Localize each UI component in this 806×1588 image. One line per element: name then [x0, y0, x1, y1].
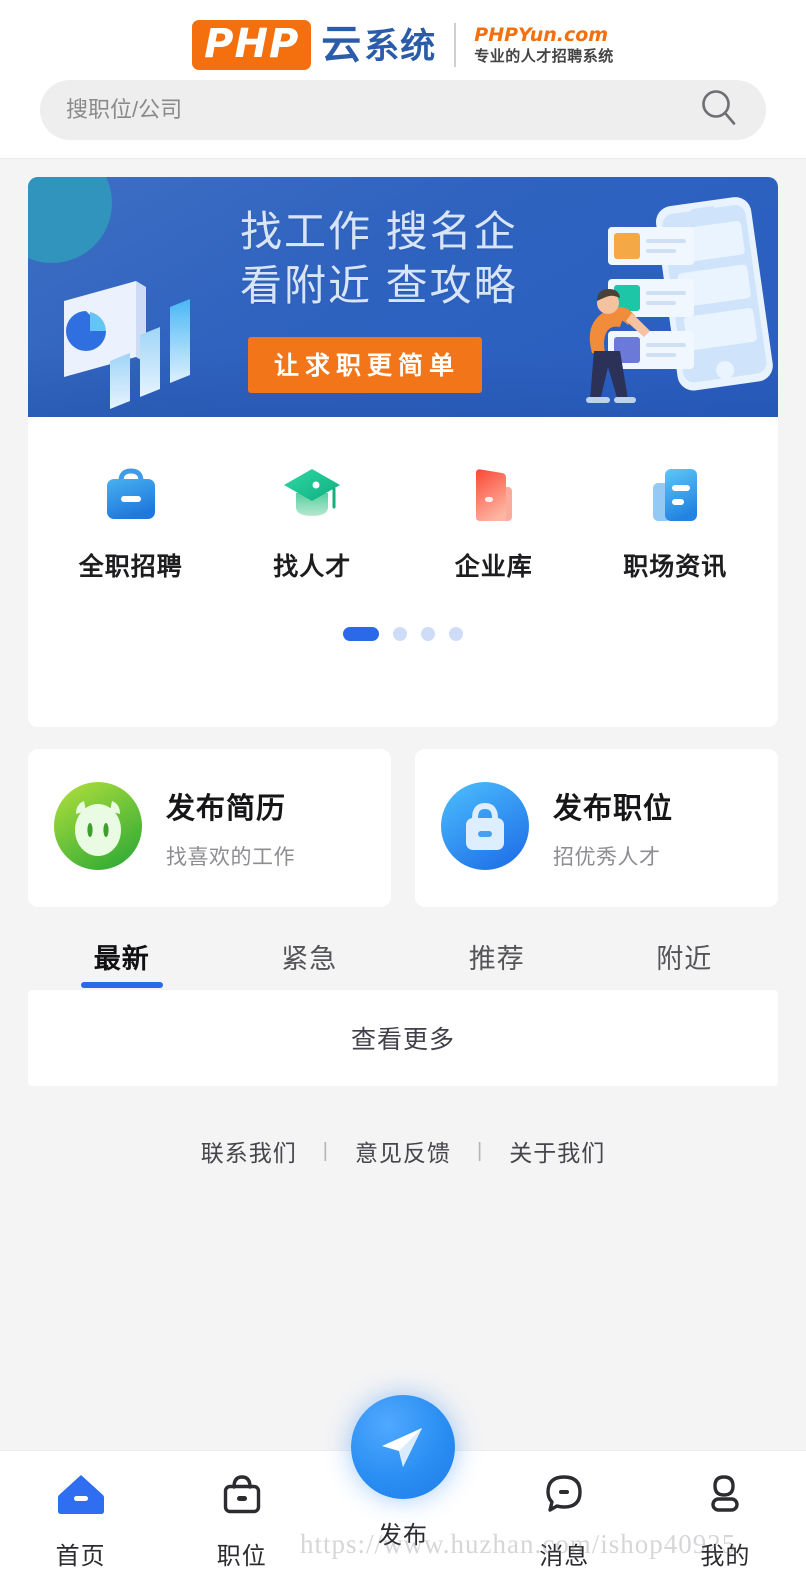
banner-line-1: 找工作 搜名企 — [240, 208, 518, 255]
banner-headline: 找工作 搜名企 看附近 查攻略 — [240, 205, 518, 313]
bottom-tabbar: 首页 职位 发布 消息 我的 — [0, 1395, 806, 1588]
link-feedback[interactable]: 意见反馈 — [355, 1134, 451, 1168]
banner-phone-illustration — [584, 183, 774, 417]
graduation-cap-icon — [276, 457, 348, 529]
quick-nav-label: 企业库 — [454, 553, 533, 581]
briefcase-outline-icon — [216, 1467, 268, 1524]
promo-panel: 找工作 搜名企 看附近 查攻略 让求职更简单 全职招聘 找人才 企业库 职场资讯 — [28, 177, 778, 727]
link-contact-us[interactable]: 联系我们 — [201, 1134, 297, 1168]
card-title: 发布职位 — [553, 793, 674, 825]
card-text: 发布简历 找喜欢的工作 — [166, 785, 295, 871]
tabbar-item-jobs[interactable]: 职位 — [161, 1467, 322, 1571]
carousel-dots[interactable] — [28, 627, 778, 641]
banner-line-2: 看附近 查攻略 — [240, 261, 518, 309]
action-cards: 发布简历 找喜欢的工作 发布职位 招优秀人才 — [28, 749, 778, 907]
tabbar-label: 职位 — [216, 1543, 267, 1570]
card-subtitle: 招优秀人才 — [553, 846, 661, 869]
carousel-dot-3[interactable] — [421, 627, 435, 641]
footer-separator: | — [477, 1139, 484, 1162]
tabbar-item-messages[interactable]: 消息 — [484, 1467, 645, 1571]
user-icon — [699, 1467, 751, 1524]
app-logo: PHP 云系统 PHPYun.com 专业的人才招聘系统 — [0, 14, 806, 76]
quick-nav-item-company[interactable]: 企业库 — [403, 457, 585, 583]
logo-tagline: 专业的人才招聘系统 — [474, 48, 614, 65]
building-icon — [458, 457, 530, 529]
paper-plane-icon[interactable] — [351, 1395, 455, 1499]
card-subtitle: 找喜欢的工作 — [166, 846, 295, 869]
quick-nav-label: 全职招聘 — [78, 553, 183, 581]
briefcase-lock-icon — [437, 778, 533, 879]
tabbar-label: 我的 — [700, 1543, 751, 1570]
briefcase-icon — [95, 457, 167, 529]
message-icon — [538, 1467, 590, 1524]
quick-nav-item-fulltime[interactable]: 全职招聘 — [40, 457, 222, 583]
tab-recommended[interactable]: 推荐 — [403, 923, 591, 986]
tabbar-label: 发布 — [378, 1522, 428, 1549]
quick-nav-label: 找人才 — [273, 553, 352, 581]
carousel-dot-4[interactable] — [449, 627, 463, 641]
search-bar[interactable] — [40, 80, 766, 140]
footer-separator: | — [322, 1139, 329, 1162]
home-icon — [55, 1467, 107, 1524]
hero-banner[interactable]: 找工作 搜名企 看附近 查攻略 让求职更简单 — [28, 177, 778, 417]
card-text: 发布职位 招优秀人才 — [553, 785, 673, 871]
logo-domain: PHPYun.com — [474, 24, 609, 46]
card-post-resume[interactable]: 发布简历 找喜欢的工作 — [28, 749, 391, 907]
quick-nav-grid: 全职招聘 找人才 企业库 职场资讯 — [28, 417, 778, 583]
footer-links: 联系我们 | 意见反馈 | 关于我们 — [0, 1134, 806, 1168]
link-about-us[interactable]: 关于我们 — [509, 1134, 605, 1168]
header: PHP 云系统 PHPYun.com 专业的人才招聘系统 — [0, 0, 806, 159]
view-more-button[interactable]: 查看更多 — [28, 990, 778, 1086]
tab-latest[interactable]: 最新 — [28, 923, 216, 986]
search-section — [0, 76, 806, 140]
carousel-dot-1[interactable] — [343, 627, 379, 641]
card-title: 发布简历 — [166, 793, 287, 825]
logo-text-block: PHPYun.com 专业的人才招聘系统 — [474, 24, 614, 65]
quick-nav-item-talent[interactable]: 找人才 — [222, 457, 404, 583]
mascot-resume-icon — [50, 778, 146, 879]
logo-divider — [454, 23, 457, 67]
app-screen: PHP 云系统 PHPYun.com 专业的人才招聘系统 搜职位/公司 找工作 … — [0, 0, 806, 1588]
card-post-job[interactable]: 发布职位 招优秀人才 — [415, 749, 778, 907]
logo-system-chars: 系统 — [364, 27, 437, 66]
tab-nearby[interactable]: 附近 — [591, 923, 779, 986]
logo-php-badge: PHP — [192, 20, 312, 70]
tabbar-item-home[interactable]: 首页 — [0, 1467, 161, 1571]
job-tabs: 最新 紧急 推荐 附近 — [28, 923, 778, 986]
search-icon[interactable] — [698, 87, 740, 134]
search-input[interactable] — [66, 97, 633, 123]
banner-chart-illustration — [58, 249, 203, 414]
carousel-dot-2[interactable] — [393, 627, 407, 641]
logo-chinese-text: 云系统 — [321, 25, 436, 65]
tabbar-item-profile[interactable]: 我的 — [645, 1467, 806, 1571]
quick-nav-label: 职场资讯 — [623, 553, 728, 581]
tabbar-label: 消息 — [539, 1543, 590, 1570]
tab-urgent[interactable]: 紧急 — [216, 923, 404, 986]
banner-cta-button[interactable]: 让求职更简单 — [248, 337, 483, 393]
document-icon — [639, 457, 711, 529]
quick-nav-item-news[interactable]: 职场资讯 — [585, 457, 767, 583]
tabbar-label: 首页 — [55, 1543, 106, 1570]
logo-cloud-char: 云 — [321, 23, 363, 67]
